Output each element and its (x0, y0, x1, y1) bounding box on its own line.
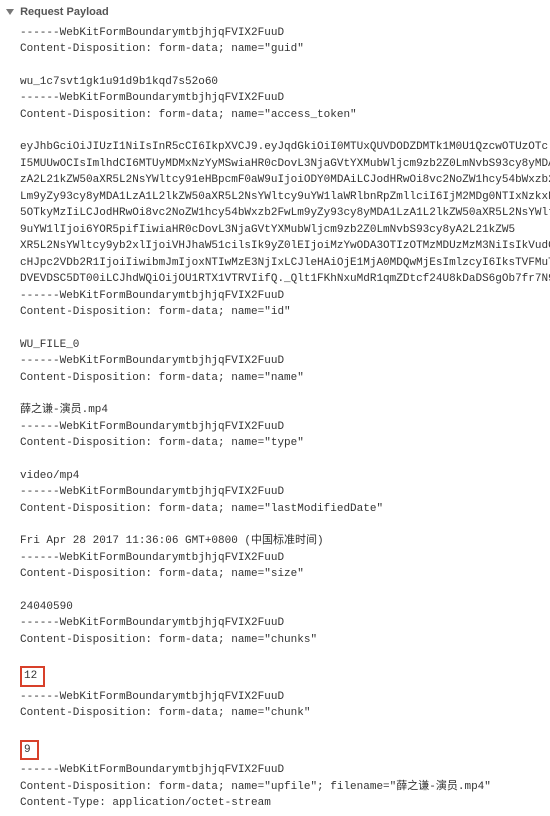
value-lastmodified: Fri Apr 28 2017 11:36:06 GMT+0800 (中国标准时… (20, 533, 550, 550)
highlight-chunks: 12 (20, 666, 45, 687)
value-size: 24040590 (20, 599, 550, 616)
token-line: I5MUUwOCIsImlhdCI6MTUyMDMxNzYyMSwiaHR0cD… (20, 156, 550, 173)
boundary-line: ------WebKitFormBoundarymtbjhjqFVIX2FuuD (20, 550, 550, 567)
content-disposition-type: Content-Disposition: form-data; name="ty… (20, 435, 550, 452)
boundary-line: ------WebKitFormBoundarymtbjhjqFVIX2FuuD (20, 90, 550, 107)
boundary-line: ------WebKitFormBoundarymtbjhjqFVIX2FuuD (20, 419, 550, 436)
section-title: Request Payload (20, 6, 109, 18)
highlight-chunk: 9 (20, 740, 39, 761)
token-line: 5OTkyMzIiLCJodHRwOi8vc2NoZW1hcy54bWxzb2F… (20, 205, 550, 222)
collapse-triangle-icon[interactable] (6, 9, 14, 15)
content-disposition-lastmodified: Content-Disposition: form-data; name="la… (20, 501, 550, 518)
boundary-line: ------WebKitFormBoundarymtbjhjqFVIX2FuuD (20, 762, 550, 779)
content-type-upfile: Content-Type: application/octet-stream (20, 795, 550, 812)
boundary-line: ------WebKitFormBoundarymtbjhjqFVIX2FuuD (20, 353, 550, 370)
value-type: video/mp4 (20, 468, 550, 485)
value-guid: wu_1c7svt1gk1u91d9b1kqd7s52o60 (20, 74, 550, 91)
token-line: cHJpc2VDb2R1IjoiIiwibmJmIjoxNTIwMzE3NjIx… (20, 255, 550, 272)
payload-content: ------WebKitFormBoundarymtbjhjqFVIX2FuuD… (6, 25, 550, 812)
value-name: 薛之谦-演员.mp4 (20, 402, 550, 419)
boundary-line: ------WebKitFormBoundarymtbjhjqFVIX2FuuD (20, 288, 550, 305)
boundary-line: ------WebKitFormBoundarymtbjhjqFVIX2FuuD (20, 25, 550, 42)
boundary-line: ------WebKitFormBoundarymtbjhjqFVIX2FuuD (20, 689, 550, 706)
content-disposition-id: Content-Disposition: form-data; name="id… (20, 304, 550, 321)
token-line: eyJhbGciOiJIUzI1NiIsInR5cCI6IkpXVCJ9.eyJ… (20, 139, 550, 156)
section-header[interactable]: Request Payload (6, 4, 550, 21)
token-line: DVEVDSC5DT00iLCJhdWQiOijOU1RTX1VTRVIifQ.… (20, 271, 550, 288)
value-chunks: 12 (24, 670, 37, 682)
content-disposition-chunk: Content-Disposition: form-data; name="ch… (20, 705, 550, 722)
content-disposition-access-token: Content-Disposition: form-data; name="ac… (20, 107, 550, 124)
boundary-line: ------WebKitFormBoundarymtbjhjqFVIX2FuuD (20, 484, 550, 501)
value-id: WU_FILE_0 (20, 337, 550, 354)
content-disposition-chunks: Content-Disposition: form-data; name="ch… (20, 632, 550, 649)
token-line: 9uYW1lIjoi6YOR5pifIiwiaHR0cDovL3NjaGVtYX… (20, 222, 550, 239)
content-disposition-upfile: Content-Disposition: form-data; name="up… (20, 779, 550, 796)
value-chunk: 9 (24, 744, 31, 756)
token-line: XR5L2NsYWltcy9yb2xlIjoiVHJhaW51cilsIk9yZ… (20, 238, 550, 255)
token-line: zA2L21kZW50aXR5L2NsYWltcy91eHBpcmF0aW9uI… (20, 172, 550, 189)
boundary-line: ------WebKitFormBoundarymtbjhjqFVIX2FuuD (20, 615, 550, 632)
token-line: Lm9yZy93cy8yMDA1LzA1L2lkZW50aXR5L2NsYWlt… (20, 189, 550, 206)
content-disposition-size: Content-Disposition: form-data; name="si… (20, 566, 550, 583)
content-disposition-name: Content-Disposition: form-data; name="na… (20, 370, 550, 387)
content-disposition-guid: Content-Disposition: form-data; name="gu… (20, 41, 550, 58)
